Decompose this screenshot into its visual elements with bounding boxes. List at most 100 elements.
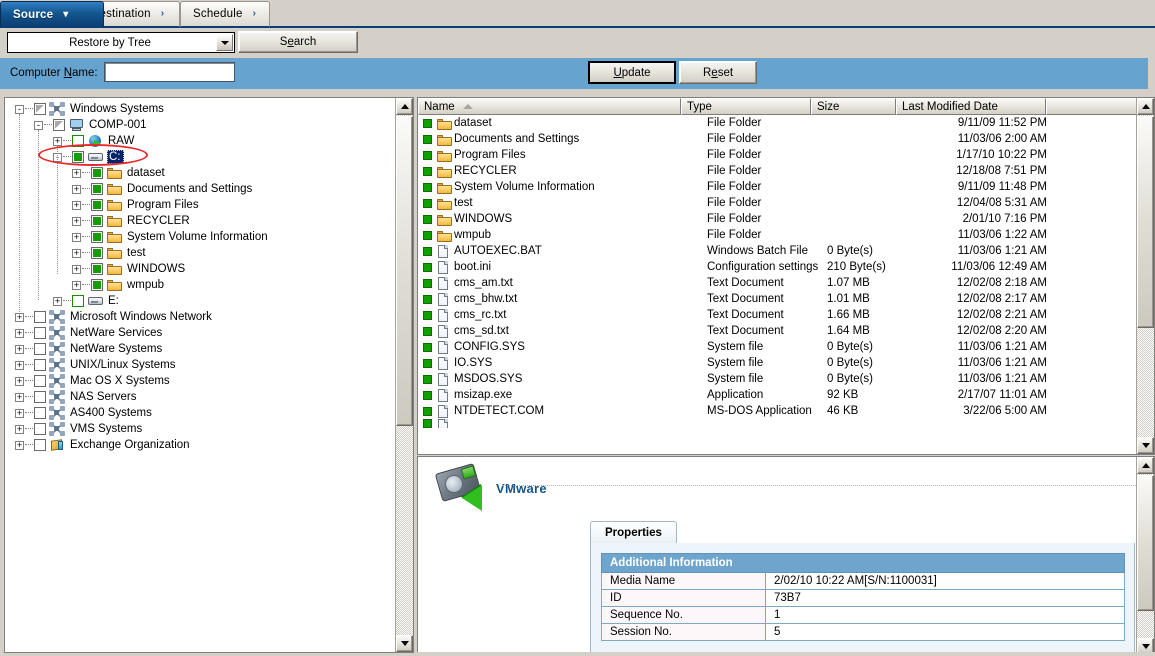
file-list-row[interactable]: Program FilesFile Folder1/17/10 10:22 PM: [418, 147, 1138, 163]
column-header-last-modified-date[interactable]: Last Modified Date: [896, 98, 1046, 115]
tree-checkbox[interactable]: [91, 167, 103, 179]
file-list-row[interactable]: wmpubFile Folder11/03/06 1:22 AM: [418, 227, 1138, 243]
row-checkbox[interactable]: [423, 183, 432, 192]
tree-item-netware-services[interactable]: +NetWare Services: [15, 325, 162, 341]
row-checkbox[interactable]: [423, 407, 432, 416]
tree-checkbox[interactable]: [34, 439, 46, 451]
file-list-row-partial[interactable]: [418, 419, 1138, 428]
expand-icon[interactable]: +: [72, 217, 81, 226]
computer-name-input[interactable]: [104, 62, 235, 82]
file-list-row[interactable]: WINDOWSFile Folder2/01/10 7:16 PM: [418, 211, 1138, 227]
tree-item-windows[interactable]: +WINDOWS: [72, 261, 185, 277]
row-checkbox[interactable]: [423, 151, 432, 160]
row-checkbox[interactable]: [423, 279, 432, 288]
tree-checkbox[interactable]: [91, 247, 103, 259]
detail-vertical-scrollbar[interactable]: [1136, 457, 1154, 655]
file-list-row[interactable]: MSDOS.SYSSystem file0 Byte(s)11/03/06 1:…: [418, 371, 1138, 387]
expand-icon[interactable]: +: [15, 409, 24, 418]
file-list-row[interactable]: cms_rc.txtText Document1.66 MB12/02/08 2…: [418, 307, 1138, 323]
column-header-type[interactable]: Type: [681, 98, 811, 115]
tree-item-test[interactable]: +test: [72, 245, 146, 261]
expand-icon[interactable]: +: [53, 297, 62, 306]
tab-source[interactable]: Source▾: [0, 1, 104, 27]
tree-checkbox[interactable]: [72, 295, 84, 307]
file-list-row[interactable]: datasetFile Folder9/11/09 11:52 PM: [418, 115, 1138, 131]
tree-item-as400-systems[interactable]: +AS400 Systems: [15, 405, 152, 421]
file-list-rows[interactable]: datasetFile Folder9/11/09 11:52 PMDocume…: [418, 115, 1138, 428]
tree-item-system-volume-information[interactable]: +System Volume Information: [72, 229, 268, 245]
expand-icon[interactable]: +: [72, 249, 81, 258]
tree-item-vms-systems[interactable]: +VMS Systems: [15, 421, 142, 437]
tree-checkbox[interactable]: [34, 343, 46, 355]
row-checkbox[interactable]: [423, 135, 432, 144]
file-list-row[interactable]: cms_bhw.txtText Document1.01 MB12/02/08 …: [418, 291, 1138, 307]
row-checkbox[interactable]: [423, 327, 432, 336]
tree-item-mac-os-x-systems[interactable]: +Mac OS X Systems: [15, 373, 170, 389]
file-list-vertical-scrollbar[interactable]: [1136, 98, 1154, 454]
tree-item-c[interactable]: -C:: [53, 149, 124, 165]
row-checkbox[interactable]: [423, 295, 432, 304]
expand-icon[interactable]: +: [72, 185, 81, 194]
file-list-row[interactable]: IO.SYSSystem file0 Byte(s)11/03/06 1:21 …: [418, 355, 1138, 371]
file-list-row[interactable]: RECYCLERFile Folder12/18/08 7:51 PM: [418, 163, 1138, 179]
row-checkbox[interactable]: [423, 199, 432, 208]
file-list-row[interactable]: cms_sd.txtText Document1.64 MB12/02/08 2…: [418, 323, 1138, 339]
tree-item-netware-systems[interactable]: +NetWare Systems: [15, 341, 162, 357]
tab-properties[interactable]: Properties: [590, 521, 677, 543]
row-checkbox[interactable]: [423, 419, 432, 428]
detail-scroll-up-button[interactable]: [1137, 457, 1154, 474]
tree-checkbox[interactable]: [34, 391, 46, 403]
tree-item-windows-systems[interactable]: -Windows Systems: [15, 101, 164, 117]
reset-button[interactable]: Reset: [679, 61, 757, 84]
expand-icon[interactable]: +: [15, 329, 24, 338]
row-checkbox[interactable]: [423, 167, 432, 176]
file-list-row[interactable]: CONFIG.SYSSystem file0 Byte(s)11/03/06 1…: [418, 339, 1138, 355]
tree-checkbox[interactable]: [34, 359, 46, 371]
file-list-row[interactable]: Documents and SettingsFile Folder11/03/0…: [418, 131, 1138, 147]
row-checkbox[interactable]: [423, 231, 432, 240]
row-checkbox[interactable]: [423, 375, 432, 384]
tree-item-unix-linux-systems[interactable]: +UNIX/Linux Systems: [15, 357, 175, 373]
tab-schedule[interactable]: Schedule›: [180, 1, 270, 27]
tree-checkbox[interactable]: [91, 199, 103, 211]
source-tree[interactable]: -Windows Systems-COMP-001+RAW-C:+dataset…: [5, 98, 397, 652]
expand-icon[interactable]: +: [72, 233, 81, 242]
update-button[interactable]: Update: [588, 61, 676, 84]
expand-icon[interactable]: +: [15, 393, 24, 402]
tree-checkbox[interactable]: [91, 279, 103, 291]
tree-item-e[interactable]: +E:: [53, 293, 119, 309]
tree-checkbox[interactable]: [34, 375, 46, 387]
tree-vertical-scrollbar[interactable]: [395, 98, 413, 652]
tree-checkbox[interactable]: [53, 119, 65, 131]
expand-icon[interactable]: +: [53, 137, 62, 146]
tree-checkbox[interactable]: [91, 263, 103, 275]
tree-item-raw[interactable]: +RAW: [53, 133, 134, 149]
search-button[interactable]: Search: [238, 31, 358, 53]
row-checkbox[interactable]: [423, 391, 432, 400]
expand-icon[interactable]: +: [15, 345, 24, 354]
row-checkbox[interactable]: [423, 119, 432, 128]
column-header-name[interactable]: Name: [418, 98, 681, 115]
file-list-row[interactable]: cms_am.txtText Document1.07 MB12/02/08 2…: [418, 275, 1138, 291]
tree-scroll-down-button[interactable]: [396, 635, 413, 652]
tree-scroll-up-button[interactable]: [396, 98, 413, 115]
file-list-row[interactable]: NTDETECT.COMMS-DOS Application46 KB3/22/…: [418, 403, 1138, 419]
file-list-scroll-up-button[interactable]: [1137, 98, 1154, 115]
tree-item-dataset[interactable]: +dataset: [72, 165, 165, 181]
chevron-down-icon[interactable]: [216, 34, 233, 51]
row-checkbox[interactable]: [423, 359, 432, 368]
row-checkbox[interactable]: [423, 263, 432, 272]
tree-item-program-files[interactable]: +Program Files: [72, 197, 199, 213]
row-checkbox[interactable]: [423, 311, 432, 320]
collapse-icon[interactable]: -: [34, 121, 43, 130]
tree-checkbox[interactable]: [72, 135, 84, 147]
expand-icon[interactable]: +: [72, 201, 81, 210]
row-checkbox[interactable]: [423, 247, 432, 256]
expand-icon[interactable]: +: [15, 361, 24, 370]
tree-scrollbar-thumb[interactable]: [396, 116, 413, 426]
tree-item-documents-and-settings[interactable]: +Documents and Settings: [72, 181, 252, 197]
file-list-row[interactable]: boot.iniConfiguration settings210 Byte(s…: [418, 259, 1138, 275]
tree-item-microsoft-windows-network[interactable]: +Microsoft Windows Network: [15, 309, 212, 325]
file-list-row[interactable]: AUTOEXEC.BATWindows Batch File0 Byte(s)1…: [418, 243, 1138, 259]
collapse-icon[interactable]: -: [15, 105, 24, 114]
